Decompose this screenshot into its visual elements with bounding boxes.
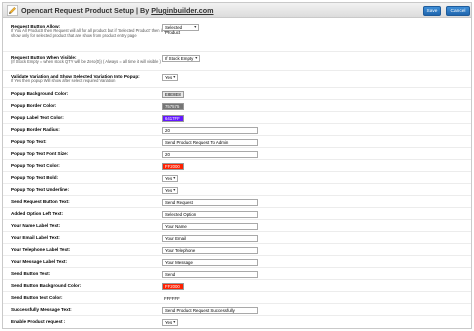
field-label: Enable Product request :: [11, 319, 66, 324]
select-value: Yes: [165, 320, 173, 325]
field-label: Added Option Left Text:: [11, 211, 63, 216]
row-popup-label-text-color: Popup Label Text Color: 6417FF: [3, 113, 471, 124]
chevron-down-icon: ▼: [193, 25, 197, 29]
field-label: Your Email Label Text:: [11, 235, 60, 240]
row-your-email-label: Your Email Label Text: Your Email: [3, 233, 471, 244]
row-added-option-left-text: Added Option Left Text: Selected Option: [3, 209, 471, 220]
field-label: Popup Background Color:: [11, 91, 69, 96]
row-enable-product-request: Enable Product request : Yes ▼: [3, 317, 471, 328]
row-your-message-label: Your Message Label Text: Your Message: [3, 257, 471, 268]
field-label: Send Button text Color:: [11, 295, 63, 300]
popup-top-color-input[interactable]: FF2000: [162, 163, 184, 170]
select-value: Selected Product: [165, 25, 183, 35]
select-value: If Stock Empty: [165, 56, 194, 61]
chevron-down-icon: ▼: [172, 188, 176, 192]
row-validate-variation: Validate Variation and Show Selected Var…: [3, 72, 471, 88]
pluginbuilder-link[interactable]: Pluginbuilder.com: [151, 6, 213, 15]
field-label: Send Button Background Color:: [11, 283, 82, 288]
popup-border-radius-input[interactable]: 20: [162, 127, 258, 134]
row-popup-top-bold: Popup Top Text Bold: Yes ▼: [3, 173, 471, 184]
row-popup-border-radius: Popup Border Radius: 20: [3, 125, 471, 136]
field-label: Popup Border Color:: [11, 103, 57, 108]
your-name-label-input[interactable]: Your Name: [162, 223, 258, 230]
field-label: Popup Top Text Bold:: [11, 175, 59, 180]
field-label: Popup Top Text Underline:: [11, 187, 70, 192]
your-telephone-label-input[interactable]: Your Telephone: [162, 247, 258, 254]
popup-top-bold-select[interactable]: Yes ▼: [162, 175, 178, 182]
row-request-button-allow: Request Button Allow: If You All Product…: [3, 21, 471, 52]
popup-top-font-size-input[interactable]: 20: [162, 151, 258, 158]
added-option-left-text-input[interactable]: Selected Option: [162, 211, 258, 218]
field-label: Successfully Message Text:: [11, 307, 72, 312]
row-popup-top-underline: Popup Top Text Underline: Yes ▼: [3, 185, 471, 196]
save-button[interactable]: Save: [423, 6, 441, 16]
field-label: Your Message Label Text:: [11, 259, 67, 264]
row-send-button-bg-color: Send Button Background Color: FF2000: [3, 281, 471, 292]
row-when-visible: Request Button When Visible: (If Stock E…: [3, 53, 471, 71]
request-allow-select[interactable]: Selected Product ▼: [162, 24, 199, 35]
success-message-text-input[interactable]: Send Product Request Successfully: [162, 307, 258, 314]
chevron-down-icon: ▼: [172, 176, 176, 180]
field-help: If You All ProductI then Request will al…: [11, 28, 170, 38]
your-message-label-input[interactable]: Your Message: [162, 259, 258, 266]
chevron-down-icon: ▼: [172, 320, 176, 324]
popup-top-text-input[interactable]: Send Product Request To Admin: [162, 139, 258, 146]
field-label: Your Telephone Label Text:: [11, 247, 71, 252]
your-email-label-input[interactable]: Your Email: [162, 235, 258, 242]
row-popup-border-color: Popup Border Color: 757575: [3, 101, 471, 112]
send-request-button-text-input[interactable]: Send Request: [162, 199, 258, 206]
row-send-request-button-text: Send Request Button Text: Send Request: [3, 197, 471, 208]
title-text: Opencart Request Product Setup | By: [21, 6, 152, 15]
send-button-text-color-input[interactable]: FFFFFF: [162, 295, 184, 302]
select-value: Yes: [165, 75, 173, 80]
chevron-down-icon: ▼: [172, 75, 176, 79]
field-label: Popup Top Text Font Size:: [11, 151, 69, 156]
row-send-button-text-color: Send Button text Color: FFFFFF: [3, 293, 471, 304]
field-label: Send Request Button Text:: [11, 199, 70, 204]
enable-product-request-select[interactable]: Yes ▼: [162, 319, 178, 326]
validate-variation-select[interactable]: Yes ▼: [162, 74, 178, 81]
row-popup-top-text: Popup Top Text: Send Product Request To …: [3, 137, 471, 148]
select-value: Yes: [165, 188, 173, 193]
chevron-down-icon: ▼: [194, 56, 198, 60]
popup-bg-color-input[interactable]: E8E8E8: [162, 91, 184, 98]
popup-label-color-input[interactable]: 6417FF: [162, 115, 184, 122]
row-your-telephone-label: Your Telephone Label Text: Your Telephon…: [3, 245, 471, 256]
field-label: Popup Label Text Color:: [11, 115, 64, 120]
pencil-edit-icon: [7, 5, 18, 16]
row-popup-top-font-size: Popup Top Text Font Size: 20: [3, 149, 471, 160]
setup-panel: Opencart Request Product Setup | By Plug…: [2, 2, 472, 329]
field-label: Popup Top Text:: [11, 139, 47, 144]
when-visible-select[interactable]: If Stock Empty ▼: [162, 55, 200, 62]
field-help: (If Stock Empty = when stock QTY will be…: [11, 59, 161, 64]
popup-top-underline-select[interactable]: Yes ▼: [162, 187, 178, 194]
field-label: Popup Border Radius:: [11, 127, 60, 132]
select-value: Yes: [165, 176, 173, 181]
page-title: Opencart Request Product Setup | By Plug…: [21, 6, 214, 15]
row-your-name-label: Your Name Label Text: Your Name: [3, 221, 471, 232]
field-label: Send Button Text:: [11, 271, 51, 276]
panel-header: Opencart Request Product Setup | By Plug…: [3, 3, 471, 18]
row-popup-background-color: Popup Background Color: E8E8E8: [3, 89, 471, 100]
row-success-message-text: Successfully Message Text: Send Product …: [3, 305, 471, 316]
field-label: Your Name Label Text:: [11, 223, 61, 228]
send-button-text-input[interactable]: Send: [162, 271, 258, 278]
row-send-button-text: Send Button Text: Send: [3, 269, 471, 280]
field-label: Popup Top Text Color:: [11, 163, 60, 168]
send-button-bg-color-input[interactable]: FF2000: [162, 283, 184, 290]
cancel-button[interactable]: Cancel: [446, 6, 470, 16]
row-popup-top-text-color: Popup Top Text Color: FF2000: [3, 161, 471, 172]
popup-border-color-input[interactable]: 757575: [162, 103, 184, 110]
